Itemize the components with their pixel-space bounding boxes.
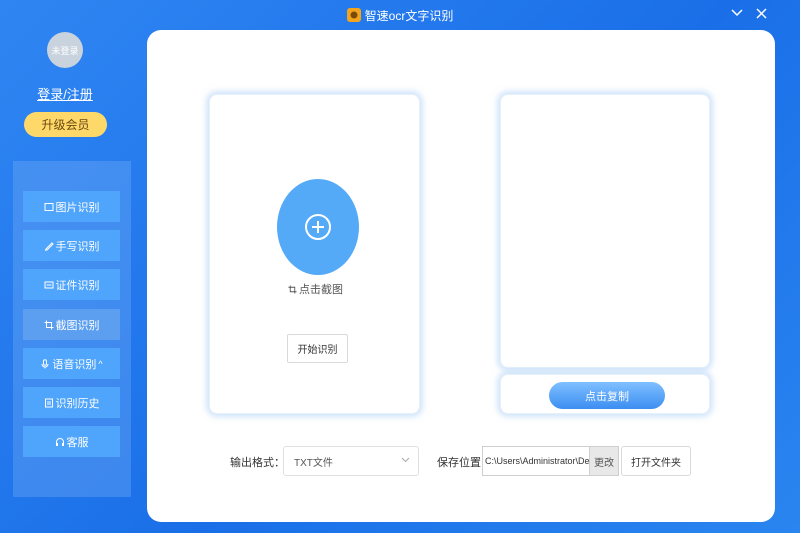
sidebar-item-voice-recognition[interactable]: 语音识别 ^ [23, 348, 120, 379]
open-folder-button[interactable]: 打开文件夹 [621, 446, 691, 476]
close-icon [755, 7, 767, 19]
copy-panel: 点击复制 [500, 374, 710, 414]
sidebar-item-id-recognition[interactable]: 证件识别 [23, 269, 120, 300]
add-screenshot-button[interactable] [277, 179, 359, 275]
output-format-label: 输出格式： [230, 457, 285, 469]
capture-panel: 点击截图 开始识别 [209, 94, 420, 414]
title-bar: 智速ocr文字识别 [0, 0, 800, 30]
change-path-button[interactable]: 更改 [590, 446, 619, 476]
headset-icon [55, 437, 64, 446]
result-text-area[interactable] [500, 94, 710, 368]
sidebar-item-customer-service[interactable]: 客服 [23, 426, 120, 457]
window-title: 智速ocr文字识别 [364, 8, 454, 23]
sidebar-item-label: 语音识别 [52, 358, 97, 371]
main-card: 点击截图 开始识别 点击复制 输出格式： TXT文件 保存位置: 更改 打开文件… [147, 30, 775, 522]
save-location-label: 保存位置: [437, 457, 485, 469]
sidebar-item-history[interactable]: 识别历史 [23, 387, 120, 418]
output-format-select[interactable]: TXT文件 [283, 446, 419, 476]
title-wrap: 智速ocr文字识别 [346, 7, 454, 24]
crop-icon [44, 320, 53, 329]
sidebar-item-screenshot-recognition[interactable]: 截图识别 [23, 309, 120, 340]
screenshot-label: 点击截图 [299, 284, 343, 296]
crop-icon [288, 284, 297, 294]
sidebar-item-label: 证件识别 [55, 279, 100, 292]
sidebar-item-badge: ^ [98, 358, 103, 369]
save-path-input[interactable] [482, 446, 590, 476]
plus-circle-icon [305, 214, 331, 240]
sidebar-item-label: 识别历史 [55, 397, 100, 410]
avatar-text: 未登录 [51, 45, 79, 56]
app-logo-icon [346, 8, 361, 22]
sidebar-item-label: 客服 [66, 436, 89, 449]
close-button[interactable] [750, 4, 772, 22]
microphone-icon [41, 358, 49, 368]
sidebar-item-label: 手写识别 [55, 240, 100, 253]
upgrade-vip-button[interactable]: 升级会员 [24, 112, 107, 137]
sidebar-item-handwriting-recognition[interactable]: 手写识别 [23, 230, 120, 261]
chevron-down-icon [731, 9, 743, 17]
login-register-link[interactable]: 登录/注册 [0, 84, 130, 103]
sidebar-item-label: 截图识别 [55, 319, 100, 332]
chevron-down-icon [401, 457, 410, 463]
image-icon [44, 202, 53, 211]
history-icon [44, 398, 53, 407]
copy-button[interactable]: 点击复制 [549, 382, 665, 409]
avatar[interactable]: 未登录 [47, 32, 83, 68]
minimize-button[interactable] [726, 4, 748, 22]
start-recognition-button[interactable]: 开始识别 [287, 334, 348, 363]
id-card-icon [44, 281, 53, 288]
sidebar-item-label: 图片识别 [55, 201, 100, 214]
sidebar-item-image-recognition[interactable]: 图片识别 [23, 191, 120, 222]
pen-icon [44, 241, 54, 251]
output-format-value: TXT文件 [294, 457, 333, 469]
click-screenshot-link[interactable]: 点击截图 [210, 281, 421, 297]
